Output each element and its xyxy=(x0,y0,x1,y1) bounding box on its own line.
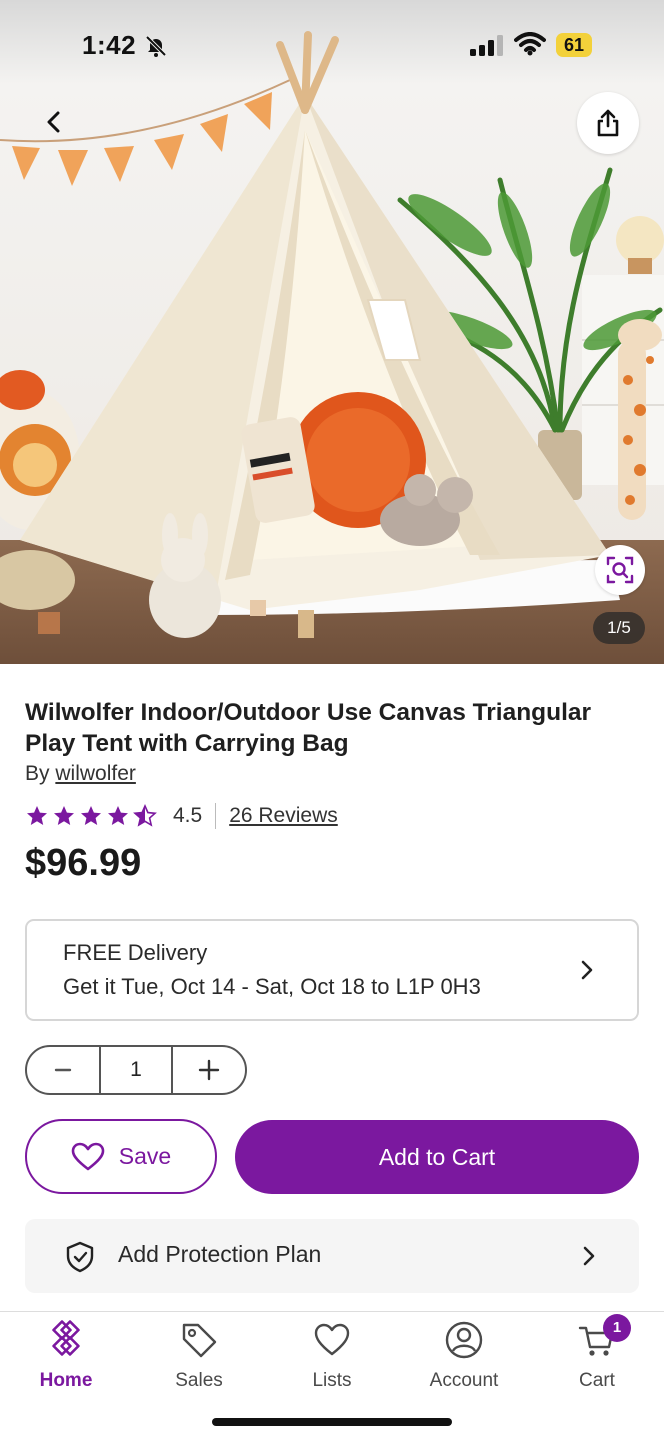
star-full-icon xyxy=(108,806,128,825)
add-protection-plan-row[interactable]: Add Protection Plan xyxy=(25,1219,639,1293)
heart-icon xyxy=(314,1323,350,1356)
home-indicator xyxy=(212,1418,452,1426)
minus-icon xyxy=(54,1068,72,1072)
star-rating xyxy=(25,804,157,828)
account-icon xyxy=(445,1321,483,1359)
reviews-link[interactable]: 26 Reviews xyxy=(229,804,338,828)
quantity-value[interactable]: 1 xyxy=(99,1047,173,1093)
plus-icon xyxy=(198,1059,220,1081)
tab-sales[interactable]: Sales xyxy=(139,1320,259,1400)
tag-icon xyxy=(182,1323,217,1358)
rating-value: 4.5 xyxy=(173,804,203,827)
protection-plan-label: Add Protection Plan xyxy=(118,1241,322,1267)
shield-check-icon xyxy=(66,1241,94,1273)
delivery-info-card[interactable]: FREE Delivery Get it Tue, Oct 14 - Sat, … xyxy=(25,919,639,1021)
quantity-stepper: 1 xyxy=(25,1045,247,1095)
cellular-signal-icon xyxy=(470,35,503,56)
add-to-cart-button[interactable]: Add to Cart xyxy=(235,1120,639,1194)
rating-row: 4.5 26 Reviews xyxy=(25,800,338,832)
status-bar: 1:42 61 xyxy=(0,0,664,92)
star-half-icon xyxy=(133,804,157,827)
product-price: $96.99 xyxy=(25,842,142,884)
increase-quantity-button[interactable] xyxy=(173,1047,245,1093)
tab-lists-label: Lists xyxy=(312,1370,352,1391)
product-photo-play-tent xyxy=(0,0,664,664)
status-time: 1:42 xyxy=(82,30,137,60)
star-full-icon xyxy=(27,806,47,825)
chevron-right-icon xyxy=(581,960,593,980)
tab-account-label: Account xyxy=(429,1370,499,1391)
chevron-right-icon xyxy=(583,1246,595,1266)
tab-cart-label: Cart xyxy=(579,1370,615,1391)
brand-line: By wilwolfer xyxy=(25,762,136,786)
rating-divider xyxy=(215,803,217,829)
cart-count-badge: 1 xyxy=(603,1314,631,1342)
image-counter: 1/5 xyxy=(593,612,645,644)
star-full-icon xyxy=(81,806,101,825)
battery-level: 61 xyxy=(556,33,592,57)
product-title: Wilwolfer Indoor/Outdoor Use Canvas Tria… xyxy=(25,699,592,757)
save-label: Save xyxy=(118,1143,172,1169)
bell-muted-icon xyxy=(145,35,167,57)
share-button[interactable] xyxy=(577,92,639,154)
decrease-quantity-button[interactable] xyxy=(27,1047,99,1093)
add-to-cart-label: Add to Cart xyxy=(378,1143,496,1170)
chevron-left-icon xyxy=(47,111,60,133)
visual-search-icon xyxy=(606,556,634,584)
cart-icon-wrapper: 1 xyxy=(577,1314,631,1360)
delivery-title: FREE Delivery xyxy=(63,940,208,965)
visual-search-button[interactable] xyxy=(595,545,645,595)
brand-link[interactable]: wilwolfer xyxy=(55,762,136,785)
home-icon xyxy=(52,1320,80,1356)
tab-lists[interactable]: Lists xyxy=(272,1320,392,1400)
delivery-date: Get it Tue, Oct 14 - Sat, Oct 18 to L1P … xyxy=(63,974,481,999)
tab-home-label: Home xyxy=(39,1370,93,1391)
wifi-icon xyxy=(514,32,546,56)
tab-sales-label: Sales xyxy=(175,1370,223,1391)
tab-account[interactable]: Account xyxy=(404,1320,524,1400)
heart-icon xyxy=(71,1142,105,1170)
share-icon xyxy=(597,109,619,137)
back-button[interactable] xyxy=(32,100,76,144)
by-prefix: By xyxy=(25,762,50,785)
save-button[interactable]: Save xyxy=(25,1119,217,1194)
tab-home[interactable]: Home xyxy=(6,1320,126,1400)
star-full-icon xyxy=(54,806,74,825)
product-image-gallery[interactable]: 1:42 61 1/5 xyxy=(0,0,664,664)
tab-cart[interactable]: 1 Cart xyxy=(537,1314,657,1400)
